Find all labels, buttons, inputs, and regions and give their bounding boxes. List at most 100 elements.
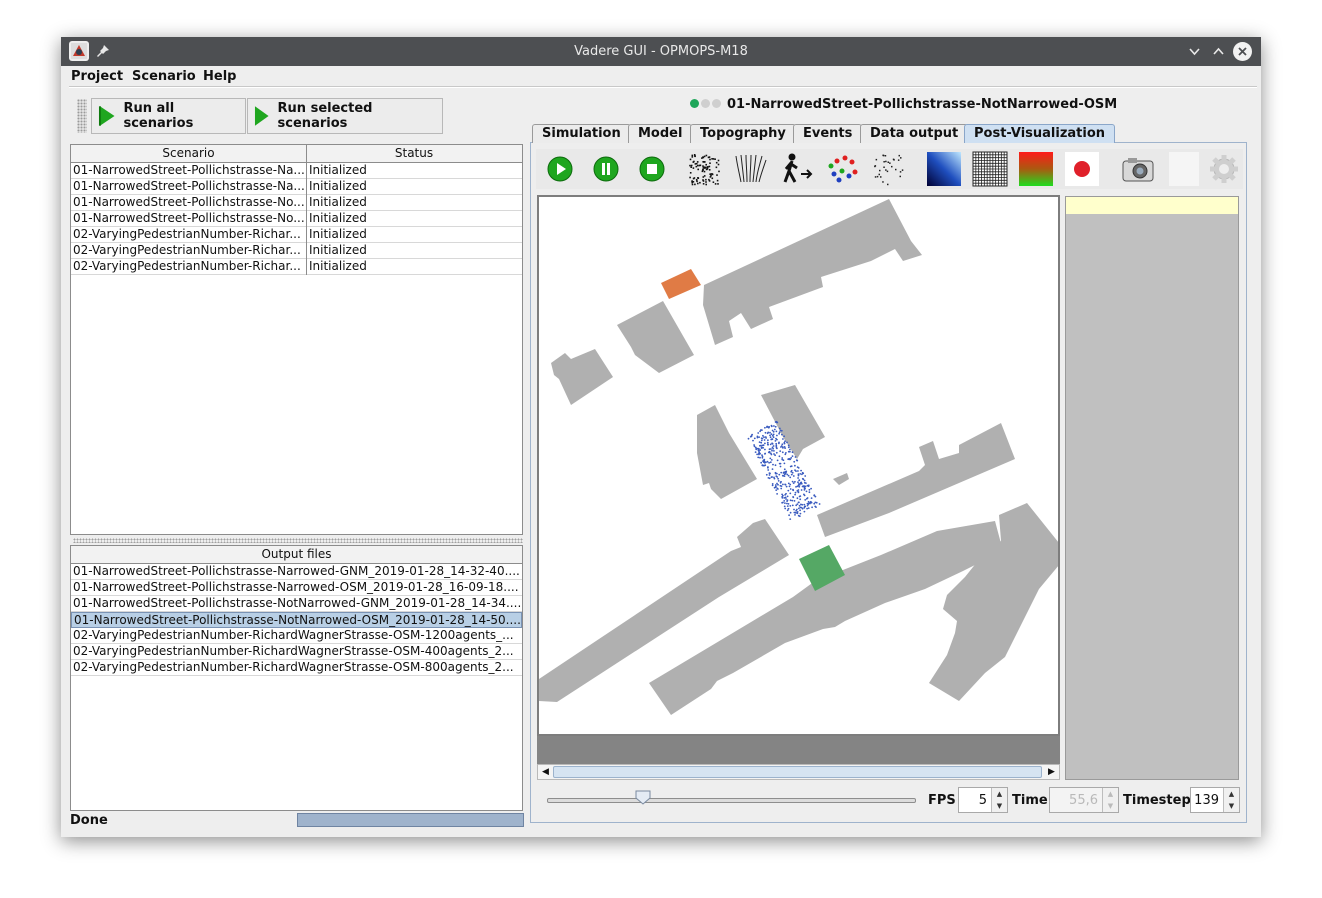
- table-row[interactable]: 01-NarrowedStreet-Pollichstrasse-Na... In…: [71, 179, 522, 195]
- pedestrian: [772, 430, 775, 433]
- output-file-row[interactable]: 01-NarrowedStreet-Pollichstrasse-NotNarr…: [71, 596, 522, 612]
- visualization-canvas[interactable]: [537, 195, 1060, 736]
- record-icon[interactable]: [1064, 151, 1100, 187]
- main-window: Vadere GUI - OPMOPS-M18 Project Scenario…: [61, 37, 1261, 837]
- table-row[interactable]: 02-VaryingPedestrianNumber-Richar... Init…: [71, 227, 522, 243]
- scenario-status-cell[interactable]: Initialized: [307, 195, 522, 210]
- maximize-icon[interactable]: [1209, 42, 1228, 61]
- tab-events[interactable]: Events: [793, 124, 863, 143]
- pedestrian: [760, 444, 762, 447]
- pedestrian: [778, 431, 781, 434]
- pedestrian: [770, 424, 773, 427]
- table-row[interactable]: 02-VaryingPedestrianNumber-Richar... Init…: [71, 243, 522, 259]
- output-files-header[interactable]: Output files: [71, 546, 522, 564]
- scenario-name-cell[interactable]: 01-NarrowedStreet-Pollichstrasse-Na...: [71, 163, 306, 178]
- horizontal-scrollbar[interactable]: ◀ ▶: [537, 764, 1060, 780]
- timeline-slider-thumb[interactable]: [635, 790, 651, 808]
- scenario-status-cell[interactable]: Initialized: [307, 243, 522, 258]
- grid-icon[interactable]: [972, 151, 1008, 187]
- output-file-row[interactable]: 02-VaryingPedestrianNumber-RichardWagner…: [71, 644, 522, 660]
- pedestrian: [789, 465, 792, 468]
- scenario-status-cell[interactable]: Initialized: [307, 179, 522, 194]
- pedestrians-icon[interactable]: [686, 151, 722, 187]
- tab-topography[interactable]: Topography: [690, 124, 796, 143]
- density-points-icon[interactable]: [870, 151, 906, 187]
- walking-person-icon[interactable]: [778, 151, 814, 187]
- menu-project[interactable]: Project: [71, 69, 123, 84]
- scroll-thumb[interactable]: [553, 766, 1042, 778]
- menu-help[interactable]: Help: [203, 69, 236, 84]
- table-row[interactable]: 01-NarrowedStreet-Pollichstrasse-No... In…: [71, 195, 522, 211]
- stop-icon[interactable]: [634, 151, 670, 187]
- pedestrian: [774, 472, 777, 475]
- scenario-name-cell[interactable]: 02-VaryingPedestrianNumber-Richar...: [71, 259, 306, 274]
- timestep-value[interactable]: 139: [1194, 793, 1219, 808]
- scenario-name-cell[interactable]: 02-VaryingPedestrianNumber-Richar...: [71, 227, 306, 242]
- scenario-name-cell[interactable]: 01-NarrowedStreet-Pollichstrasse-No...: [71, 195, 306, 210]
- tab-post-visualization[interactable]: Post-Visualization: [964, 124, 1116, 143]
- pause-icon[interactable]: [588, 151, 624, 187]
- pedestrian: [775, 442, 778, 445]
- pedestrian: [800, 506, 803, 509]
- play-icon[interactable]: [542, 151, 578, 187]
- scenario-status-cell[interactable]: Initialized: [307, 227, 522, 242]
- output-files-table[interactable]: Output files 01-NarrowedStreet-Pollichst…: [70, 545, 523, 811]
- output-file-row[interactable]: 02-VaryingPedestrianNumber-RichardWagner…: [71, 628, 522, 644]
- pedestrian: [766, 460, 769, 463]
- table-row[interactable]: 01-NarrowedStreet-Pollichstrasse-Na... In…: [71, 163, 522, 179]
- scenario-name-cell[interactable]: 02-VaryingPedestrianNumber-Richar...: [71, 243, 306, 258]
- camera-icon[interactable]: [1120, 151, 1156, 187]
- blank-icon[interactable]: [1166, 151, 1202, 187]
- fps-spinner[interactable]: 5 ▲ ▼: [958, 787, 1008, 813]
- pedestrian: [773, 428, 776, 431]
- fps-spinner-arrows[interactable]: ▲ ▼: [991, 788, 1007, 812]
- pedestrian: [761, 464, 764, 467]
- close-icon[interactable]: [1233, 42, 1252, 61]
- pedestrian: [786, 499, 789, 501]
- tab-simulation[interactable]: Simulation: [532, 124, 631, 143]
- output-file-row[interactable]: 01-NarrowedStreet-Pollichstrasse-Narrowe…: [71, 564, 522, 580]
- scenario-column-header[interactable]: Scenario: [71, 145, 306, 163]
- trajectories-icon[interactable]: [732, 151, 768, 187]
- pedestrian: [763, 436, 765, 439]
- settings-gear-icon[interactable]: [1206, 151, 1242, 187]
- scenario-status-cell[interactable]: Initialized: [307, 259, 522, 274]
- gradient-icon[interactable]: [926, 151, 962, 187]
- tab-data-output[interactable]: Data output: [860, 124, 969, 143]
- pedestrian: [810, 497, 813, 499]
- scenario-status-cell[interactable]: Initialized: [307, 163, 522, 178]
- pedestrian: [772, 445, 775, 447]
- tab-model[interactable]: Model: [628, 124, 693, 143]
- pedestrian: [793, 508, 795, 511]
- pedestrian: [797, 470, 799, 472]
- split-pane-divider[interactable]: [73, 538, 523, 543]
- output-file-row[interactable]: 01-NarrowedStreet-Pollichstrasse-NotNarr…: [71, 612, 522, 628]
- table-row[interactable]: 01-NarrowedStreet-Pollichstrasse-No... In…: [71, 211, 522, 227]
- status-column-header[interactable]: Status: [306, 145, 522, 163]
- pedestrian: [769, 461, 772, 464]
- scenario-name-cell[interactable]: 01-NarrowedStreet-Pollichstrasse-No...: [71, 211, 306, 226]
- scroll-right-icon[interactable]: ▶: [1045, 766, 1058, 778]
- heatmap-icon[interactable]: [1018, 151, 1054, 187]
- timestep-spinner-arrows[interactable]: ▲ ▼: [1223, 788, 1239, 812]
- minimize-icon[interactable]: [1185, 42, 1204, 61]
- scenario-name-cell[interactable]: 01-NarrowedStreet-Pollichstrasse-Na...: [71, 179, 306, 194]
- scenario-table[interactable]: Scenario Status 01-NarrowedStreet-Pollic…: [70, 144, 523, 535]
- pedestrian: [810, 487, 812, 490]
- timeline-slider[interactable]: [547, 798, 916, 803]
- pedestrian: [791, 480, 794, 483]
- status-indicator: [690, 99, 721, 108]
- run-selected-button[interactable]: Run selected scenarios: [247, 98, 443, 134]
- table-row[interactable]: 02-VaryingPedestrianNumber-Richar... Init…: [71, 259, 522, 275]
- scroll-left-icon[interactable]: ◀: [539, 766, 552, 778]
- menu-scenario[interactable]: Scenario: [132, 69, 196, 84]
- run-all-button[interactable]: Run all scenarios: [91, 98, 246, 134]
- timestep-spinner[interactable]: 139 ▲ ▼: [1190, 787, 1240, 813]
- groups-icon[interactable]: [824, 151, 860, 187]
- fps-value[interactable]: 5: [979, 793, 987, 808]
- toolbar-grip[interactable]: [77, 99, 87, 133]
- scenario-status-cell[interactable]: Initialized: [307, 211, 522, 226]
- column-divider: [306, 145, 307, 275]
- output-file-row[interactable]: 01-NarrowedStreet-Pollichstrasse-Narrowe…: [71, 580, 522, 596]
- output-file-row[interactable]: 02-VaryingPedestrianNumber-RichardWagner…: [71, 660, 522, 676]
